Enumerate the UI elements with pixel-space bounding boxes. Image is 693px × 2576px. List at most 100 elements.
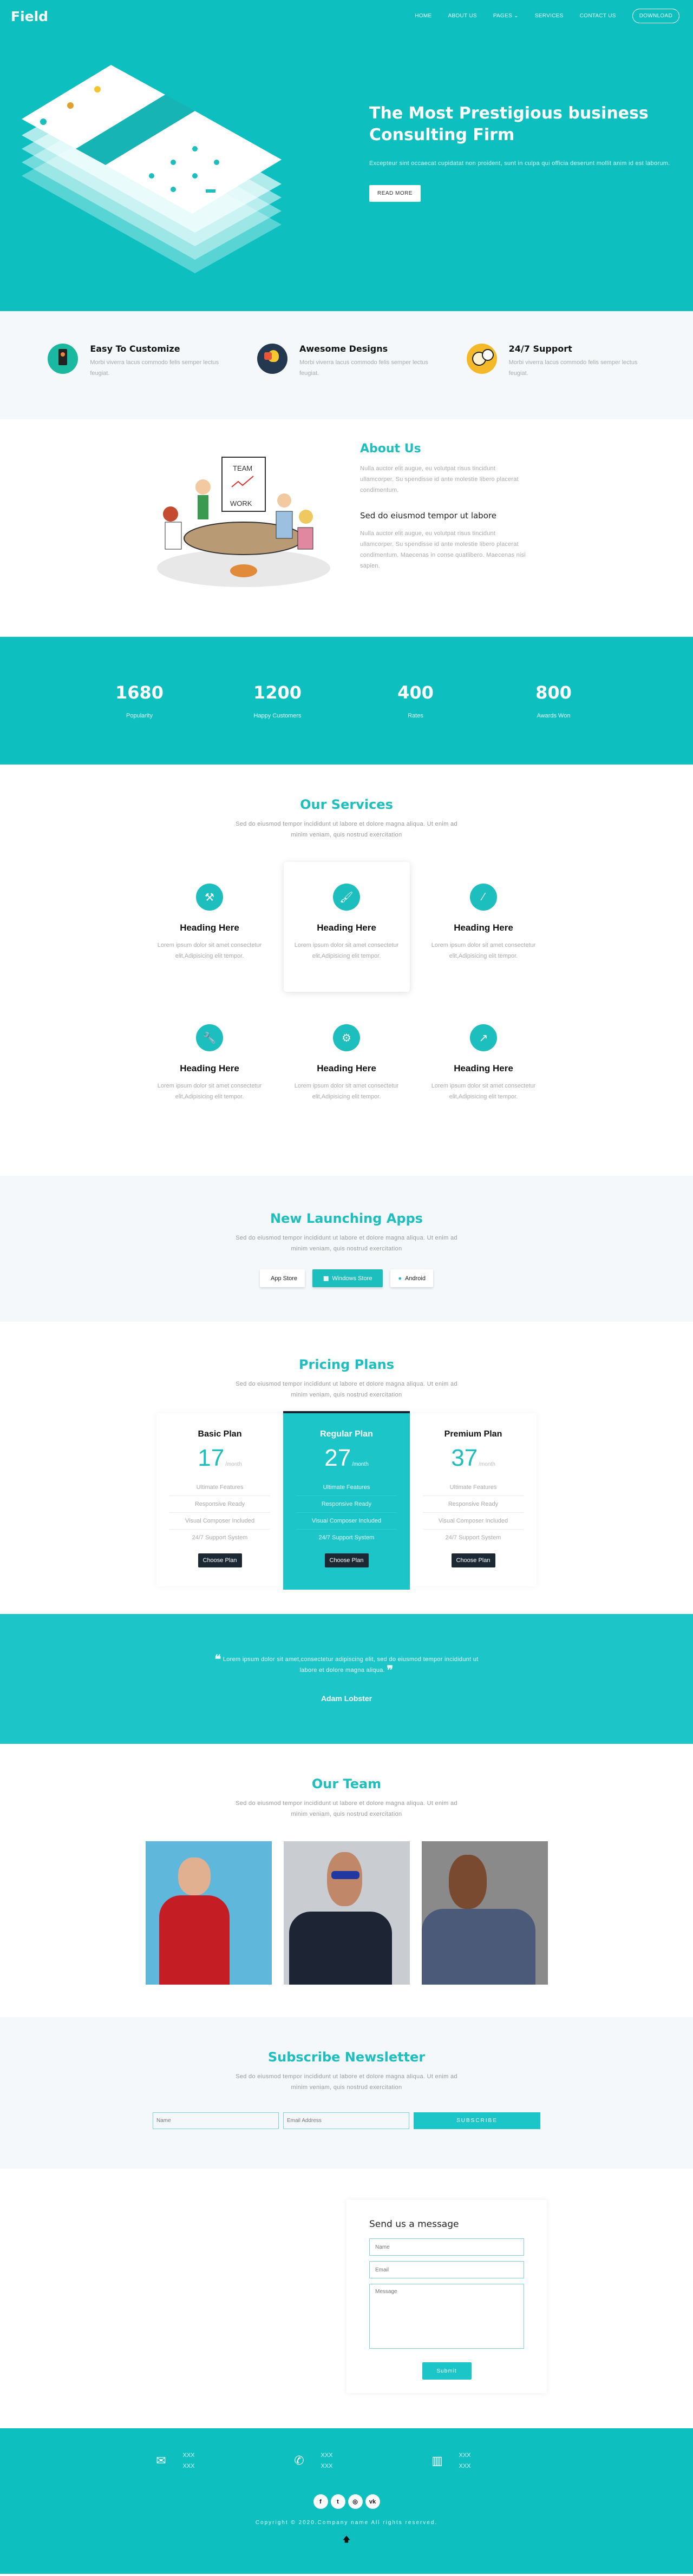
nav-services[interactable]: SERVICES <box>535 13 564 19</box>
nav-pages[interactable]: PAGES ⌄ <box>493 13 519 19</box>
nav-about[interactable]: ABOUT US <box>448 13 476 19</box>
subscribe-email-input[interactable] <box>283 2112 409 2129</box>
magic-wand-icon: ⁄ <box>470 884 497 911</box>
service-card[interactable]: ⁄ Heading Here Lorem ipsum dolor sit amet … <box>421 862 547 992</box>
choose-plan-button[interactable]: Choose Plan <box>324 1553 369 1567</box>
stat-value: 1680 <box>115 682 164 703</box>
service-heading: Heading Here <box>317 1063 376 1073</box>
hero-text: Excepteur sint occaecat cupidatat non pr… <box>369 160 670 167</box>
windows-store-label: Windows Store <box>332 1275 372 1282</box>
read-more-button[interactable]: READ MORE <box>369 185 421 202</box>
nav-contact[interactable]: CONTACT US <box>580 13 616 19</box>
subscribe-button[interactable]: SUBSCRIBE <box>414 2112 540 2129</box>
submit-button[interactable]: Submit <box>422 2362 472 2380</box>
mini-icon <box>94 86 101 93</box>
contact-message-input[interactable] <box>369 2284 524 2349</box>
service-heading: Heading Here <box>180 1063 239 1073</box>
gavel-icon: ⚒ <box>196 884 223 911</box>
footer-info-address: ▥ XXX XXX <box>416 2450 554 2472</box>
nav-home[interactable]: HOME <box>415 13 432 19</box>
service-card[interactable]: ↗ Heading Here Lorem ipsum dolor sit amet … <box>421 1003 547 1132</box>
quote-open-icon: ❝ <box>214 1652 221 1666</box>
about-subtitle: Sed do eiusmod tempor ut labore <box>360 511 496 521</box>
service-card[interactable]: 🖌 Heading Here Lorem ipsum dolor sit amet … <box>284 862 410 992</box>
plan-price: 27/month <box>324 1445 369 1472</box>
service-card[interactable]: ⚒ Heading Here Lorem ipsum dolor sit amet … <box>147 862 273 992</box>
stopwatch-clock-icon <box>466 344 497 374</box>
team-subtitle: Sed do eiusmod tempor incididunt ut labo… <box>236 1800 457 1817</box>
contact-name-input[interactable] <box>369 2238 524 2256</box>
stats-section: 1680 Popularity 1200 Happy Customers 400 Ra… <box>0 637 693 765</box>
service-text: Lorem ipsum dolor sit amet consectetur e… <box>294 942 399 959</box>
twitter-icon[interactable]: t <box>330 2494 345 2509</box>
plan-feature: Ultimate Features <box>169 1479 270 1496</box>
plan-feature: Responsive Ready <box>169 1496 270 1513</box>
team-member-photo <box>421 1841 548 1985</box>
footer: ✉ XXX XXX ✆ XXX XXX ▥ XXX XXX f t ◎ vk Copyrig… <box>0 2428 693 2574</box>
choose-plan-button[interactable]: Choose Plan <box>198 1553 242 1567</box>
service-heading: Heading Here <box>180 923 239 933</box>
plan-feature: 24/7 Support System <box>192 1534 248 1541</box>
flipchart-work-label: WORK <box>230 499 252 508</box>
info-line: XXX <box>182 2452 195 2459</box>
feature-text: Morbi viverra lacus commodo felis semper… <box>90 359 219 377</box>
arrow-up-icon[interactable]: 🡅 <box>0 2534 693 2547</box>
mini-icon <box>40 118 47 125</box>
service-text: Lorem ipsum dolor sit amet consectetur e… <box>157 1083 262 1100</box>
hero-title: The Most Prestigious business Consulting… <box>369 104 649 144</box>
contact-title: Send us a message <box>369 2219 459 2230</box>
stat-label: Awards Won <box>537 713 571 719</box>
info-line: XXX <box>459 2452 471 2459</box>
services-grid: ⚒ Heading Here Lorem ipsum dolor sit amet … <box>0 862 693 1132</box>
stat-value: 1200 <box>253 682 302 703</box>
dribbble-icon[interactable]: ◎ <box>348 2494 363 2509</box>
plan-feature: Visual Composer Included <box>169 1513 270 1530</box>
plan-feature: 24/7 Support System <box>445 1534 501 1541</box>
contact-email-input[interactable] <box>369 2261 524 2278</box>
plan-price-period: /month <box>225 1461 242 1467</box>
about-content: About Us Nulla auctor elit augue, eu vol… <box>360 442 528 571</box>
subscribe-name-input[interactable] <box>153 2112 279 2129</box>
service-heading: Heading Here <box>317 923 376 933</box>
plan-price-period: /month <box>352 1461 369 1467</box>
feature-text: Morbi viverra lacus commodo felis semper… <box>508 359 638 377</box>
pricing-title: Pricing Plans <box>298 1357 395 1372</box>
contact-form: Send us a message Submit <box>346 2200 547 2393</box>
stat-item: 400 Rates <box>346 682 485 719</box>
android-button[interactable]: ● Android <box>390 1269 433 1287</box>
facebook-icon[interactable]: f <box>313 2494 328 2509</box>
service-card[interactable]: 🔧 Heading Here Lorem ipsum dolor sit amet … <box>147 1003 273 1132</box>
feature-item: Awesome Designs Morbi viverra lacus commo… <box>257 344 436 419</box>
footer-info-phone: ✆ XXX XXX <box>278 2450 416 2472</box>
stat-label: Popularity <box>126 713 153 719</box>
plan-feature: Ultimate Features <box>423 1479 524 1496</box>
plan-price: 37/month <box>451 1445 495 1472</box>
map-icon: ▥ <box>432 2454 443 2467</box>
android-label: Android <box>405 1275 426 1282</box>
app-buttons: App Store ▦ Windows Store ● Android <box>0 1269 693 1287</box>
info-line: XXX <box>459 2463 471 2469</box>
subscribe-subtitle: Sed do eiusmod tempor incididunt ut labo… <box>236 2073 457 2091</box>
about-section: TEAM WORK About Us Nulla auctor elit aug… <box>0 419 693 637</box>
navbar: Field HOME ABOUT US PAGES ⌄ SERVICES CON… <box>0 0 693 34</box>
logo[interactable]: Field <box>11 9 48 24</box>
hero-section: Field HOME ABOUT US PAGES ⌄ SERVICES CON… <box>0 0 693 311</box>
pricing-plans: Basic Plan 17/month Ultimate Features Re… <box>0 1411 693 1590</box>
windows-store-button[interactable]: ▦ Windows Store <box>312 1269 383 1287</box>
service-heading: Heading Here <box>454 1063 513 1073</box>
app-store-button[interactable]: App Store <box>260 1269 305 1287</box>
vk-icon[interactable]: vk <box>365 2494 380 2509</box>
about-text-1: Nulla auctor elit augue, eu volutpat ris… <box>360 465 519 493</box>
choose-plan-button[interactable]: Choose Plan <box>451 1553 495 1567</box>
service-heading: Heading Here <box>454 923 513 933</box>
gears-icon: ⚙ <box>333 1024 360 1051</box>
apps-section: New Launching Apps Sed do eiusmod tempor… <box>0 1176 693 1322</box>
stat-label: Rates <box>408 713 423 719</box>
flipchart-team-label: TEAM <box>233 464 252 472</box>
service-card[interactable]: ⚙ Heading Here Lorem ipsum dolor sit amet … <box>284 1003 410 1132</box>
apps-subtitle: Sed do eiusmod tempor incididunt ut labo… <box>236 1235 457 1252</box>
download-button[interactable]: DOWNLOAD <box>632 9 679 23</box>
about-title: About Us <box>360 442 421 456</box>
service-text: Lorem ipsum dolor sit amet consectetur e… <box>431 1083 536 1100</box>
footer-info-email: ✉ XXX XXX <box>140 2450 278 2472</box>
